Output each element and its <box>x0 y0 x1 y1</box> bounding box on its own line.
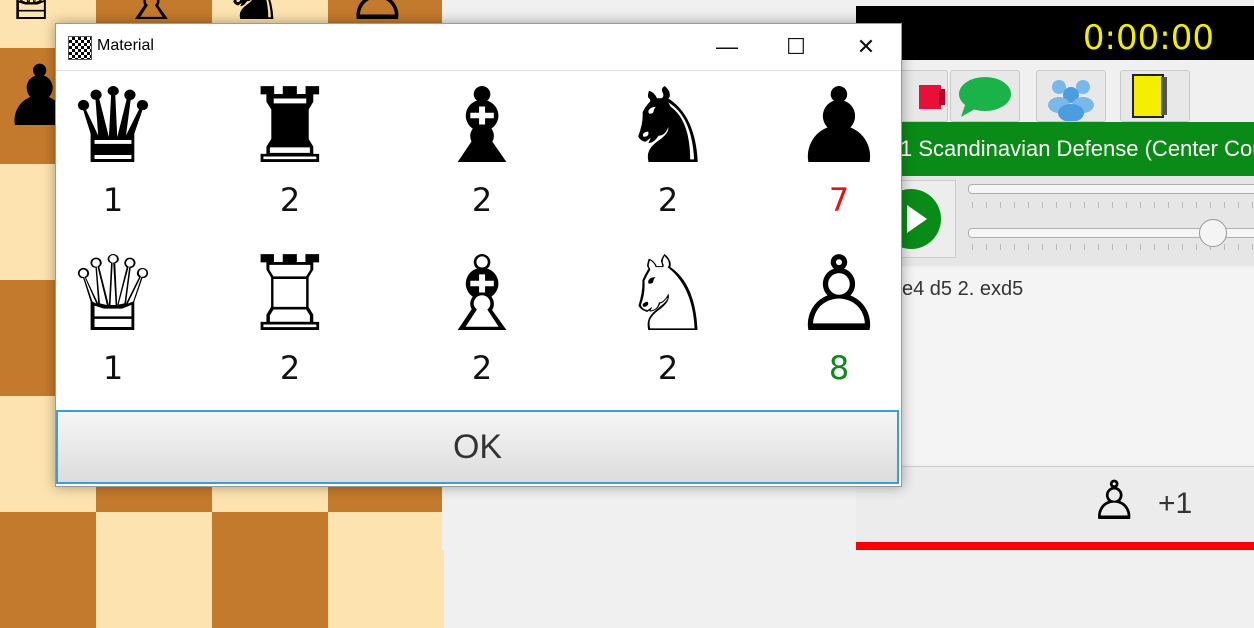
dialog-titlebar[interactable]: Material — ☐ ✕ <box>56 24 901 71</box>
material-item: ♜ 2 <box>230 74 350 218</box>
toolbar-button-users[interactable] <box>1036 70 1106 122</box>
play-button[interactable] <box>881 180 956 258</box>
material-item: ♞ 2 <box>608 74 728 218</box>
white-pawn-icon: ♙ <box>792 233 886 355</box>
chat-bubble-icon <box>959 77 1011 117</box>
opening-name: 1 Scandinavian Defense (Center Counter D… <box>900 136 1254 161</box>
material-item: ♘ 2 <box>608 242 728 386</box>
close-button[interactable]: ✕ <box>835 24 897 70</box>
board-square[interactable] <box>96 512 212 628</box>
yellow-book-icon <box>1132 74 1167 118</box>
black-rook-icon: ♜ <box>243 65 337 187</box>
board-square[interactable] <box>0 512 96 628</box>
white-queen-icon: ♕ <box>66 233 160 355</box>
users-icon <box>1048 80 1094 122</box>
black-pawn-icon: ♟ <box>792 65 886 187</box>
move-text: e4 d5 2. exd5 <box>902 278 1024 300</box>
slider-ticks <box>972 202 1254 208</box>
board-piece-icon[interactable]: ♕ <box>0 0 63 30</box>
play-icon <box>881 189 941 249</box>
black-knight-icon: ♞ <box>621 65 715 187</box>
board-square[interactable] <box>328 512 444 628</box>
material-advantage: +1 <box>1158 487 1193 520</box>
maximize-icon: ☐ <box>786 34 806 59</box>
ok-button[interactable]: OK <box>56 410 899 484</box>
black-queen-icon: ♛ <box>66 65 160 187</box>
piece-count: 2 <box>471 349 493 387</box>
dialog-title: Material <box>97 37 154 54</box>
white-pawn-icon: ♙ <box>1090 469 1139 532</box>
material-item: ♝ 2 <box>422 74 542 218</box>
opening-name-bar: 1 Scandinavian Defense (Center Counter D… <box>856 122 1254 176</box>
toolbar-button-chat[interactable] <box>950 70 1020 122</box>
piece-count: 8 <box>828 349 850 387</box>
piece-count: 1 <box>102 349 124 387</box>
clock-display: 0:00:00 <box>856 6 1254 60</box>
game-panel: 0:00:00 1 Scandinavian Defense (Center C… <box>856 0 1254 550</box>
piece-count: 2 <box>657 181 679 219</box>
material-item: ♙ 8 <box>779 242 899 386</box>
material-item: ♟ 7 <box>779 74 899 218</box>
material-item: ♛ 1 <box>53 74 173 218</box>
material-item: ♖ 2 <box>230 242 350 386</box>
piece-count: 1 <box>102 181 124 219</box>
material-advantage-bar: ♙ +1 <box>856 466 1254 543</box>
material-item: ♕ 1 <box>53 242 173 386</box>
minimize-icon: — <box>716 34 738 59</box>
minimize-button[interactable]: — <box>696 24 758 70</box>
piece-count: 2 <box>279 181 301 219</box>
toolbar <box>856 68 1254 122</box>
toolbar-button-notes[interactable] <box>1120 70 1190 122</box>
chessboard-icon <box>68 36 92 60</box>
board-square[interactable] <box>212 512 328 628</box>
piece-count: 7 <box>828 181 850 219</box>
slider-thumb[interactable] <box>1199 219 1227 247</box>
material-dialog: Material — ☐ ✕ ♛ 1 ♜ 2 ♝ 2 ♞ 2 ♟ 7 ♕ 1 ♖… <box>55 23 902 487</box>
piece-count: 2 <box>279 349 301 387</box>
close-icon: ✕ <box>856 34 876 59</box>
black-bishop-icon: ♝ <box>435 65 529 187</box>
status-bar <box>856 542 1254 550</box>
maximize-button[interactable]: ☐ <box>765 24 827 70</box>
white-rook-icon: ♖ <box>243 233 337 355</box>
white-bishop-icon: ♗ <box>435 233 529 355</box>
material-item: ♗ 2 <box>422 242 542 386</box>
white-knight-icon: ♘ <box>621 233 715 355</box>
clock-time: 0:00:00 <box>1082 18 1214 58</box>
speed-slider[interactable] <box>968 184 1254 194</box>
playback-controls <box>856 176 1254 266</box>
piece-count: 2 <box>657 349 679 387</box>
piece-count: 2 <box>471 181 493 219</box>
